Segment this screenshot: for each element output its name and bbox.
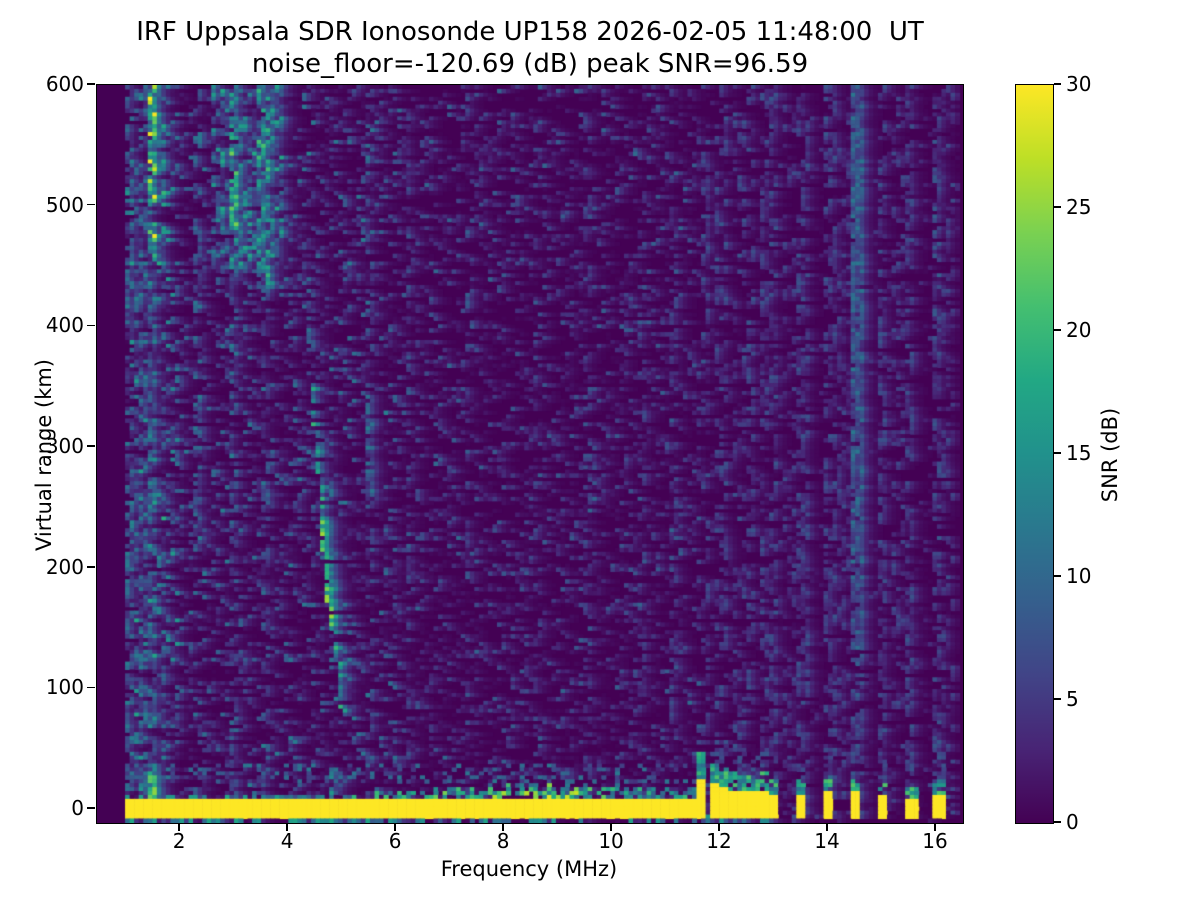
colorbar-tick-label: 25	[1066, 197, 1126, 217]
x-tick-label: 10	[581, 831, 641, 851]
y-tick-mark	[87, 83, 95, 85]
figure-title-line2: noise_floor=-120.69 (dB) peak SNR=96.59	[0, 49, 1060, 79]
colorbar-tick-mark	[1054, 452, 1061, 454]
y-tick-mark	[87, 566, 95, 568]
x-tick-label: 12	[689, 831, 749, 851]
colorbar-tick-mark	[1054, 206, 1061, 208]
ionogram-figure: IRF Uppsala SDR Ionosonde UP158 2026-02-…	[0, 0, 1200, 900]
colorbar	[1015, 84, 1054, 824]
y-tick-mark	[87, 325, 95, 327]
y-tick-label: 500	[14, 195, 84, 215]
y-tick-label: 100	[14, 677, 84, 697]
colorbar-tick-mark	[1054, 83, 1061, 85]
colorbar-tick-label: 5	[1066, 689, 1126, 709]
x-tick-label: 4	[257, 831, 317, 851]
colorbar-tick-label: 0	[1066, 812, 1126, 832]
colorbar-tick-label: 10	[1066, 566, 1126, 586]
colorbar-tick-label: 30	[1066, 74, 1126, 94]
x-axis-label: Frequency (MHz)	[96, 857, 962, 881]
colorbar-tick-mark	[1054, 821, 1061, 823]
x-tick-label: 2	[149, 831, 209, 851]
x-tick-label: 8	[473, 831, 533, 851]
x-tick-label: 6	[365, 831, 425, 851]
y-tick-label: 400	[14, 315, 84, 335]
y-tick-label: 0	[14, 798, 84, 818]
colorbar-tick-label: 20	[1066, 320, 1126, 340]
colorbar-tick-mark	[1054, 329, 1061, 331]
colorbar-tick-mark	[1054, 698, 1061, 700]
y-tick-mark	[87, 204, 95, 206]
y-axis-label: Virtual range (km)	[32, 345, 56, 565]
x-tick-label: 16	[905, 831, 965, 851]
heatmap-canvas	[97, 85, 963, 823]
y-tick-mark	[87, 687, 95, 689]
y-tick-mark	[87, 445, 95, 447]
figure-title-line1: IRF Uppsala SDR Ionosonde UP158 2026-02-…	[0, 17, 1060, 47]
colorbar-tick-mark	[1054, 575, 1061, 577]
colorbar-label: SNR (dB)	[1098, 355, 1122, 555]
plot-area	[96, 84, 964, 824]
y-tick-mark	[87, 807, 95, 809]
y-tick-label: 600	[14, 74, 84, 94]
x-tick-label: 14	[797, 831, 857, 851]
